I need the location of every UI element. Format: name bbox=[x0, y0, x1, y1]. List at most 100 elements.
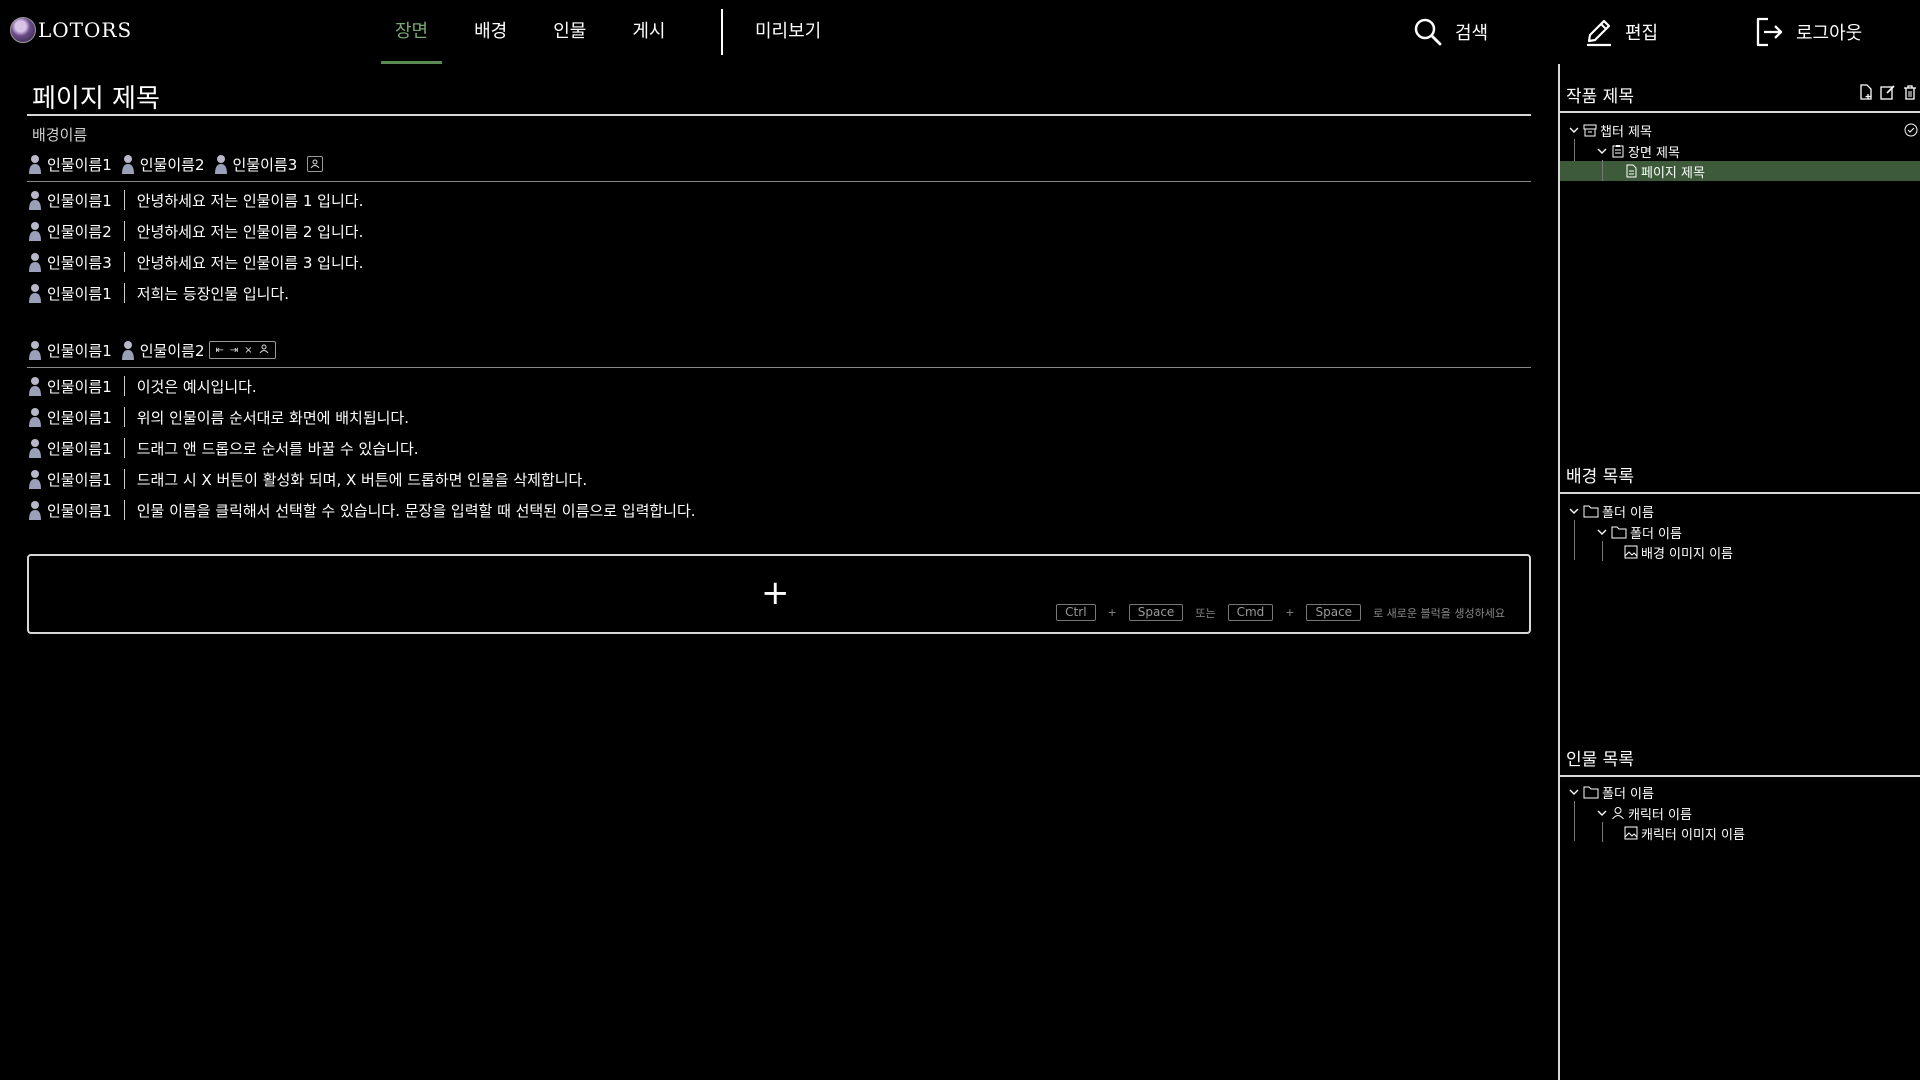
dialogue-line[interactable]: 인물이름1 드래그 앤 드롭으로 순서를 바꿀 수 있습니다. bbox=[27, 435, 419, 461]
character-chip[interactable]: 인물이름2 bbox=[120, 153, 205, 175]
sidebar: 작품 제목 챕터 제목 장면 제목 페이지 제목 배경 목록 폴더 이름 폴더 … bbox=[1558, 64, 1920, 1080]
character-avatar-icon bbox=[29, 501, 41, 520]
add-character-button[interactable] bbox=[259, 344, 269, 357]
dialogue-text[interactable]: 인물 이름을 클릭해서 선택할 수 있습니다. 문장을 입력할 때 선택된 이름… bbox=[137, 500, 696, 521]
dialogue-line[interactable]: 인물이름1 드래그 시 X 버튼이 활성화 되며, X 버튼에 드롭하면 인물을… bbox=[27, 466, 587, 492]
clipboard-icon bbox=[1612, 145, 1624, 158]
edit-button[interactable]: 편집 bbox=[1585, 0, 1658, 64]
top-bar: LOTORS 장면 배경 인물 게시 미리보기 검색 편집 로그아웃 bbox=[0, 0, 1920, 64]
dialogue-text[interactable]: 드래그 시 X 버튼이 활성화 되며, X 버튼에 드롭하면 인물을 삭제합니다… bbox=[137, 469, 587, 490]
work-title[interactable]: 작품 제목 bbox=[1566, 82, 1634, 107]
tab-character[interactable]: 인물 bbox=[539, 0, 600, 64]
tab-scene[interactable]: 장면 bbox=[381, 0, 443, 64]
dialogue-speaker[interactable]: 인물이름1 bbox=[47, 438, 112, 459]
character-chip[interactable]: 인물이름1 bbox=[27, 153, 112, 175]
archive-icon bbox=[1583, 124, 1597, 137]
tree-guide bbox=[1602, 541, 1603, 561]
character-chip[interactable]: 인물이름2 bbox=[120, 339, 205, 361]
logout-icon bbox=[1756, 17, 1783, 47]
folder-icon bbox=[1611, 526, 1627, 539]
dialogue-text[interactable]: 안녕하세요 저는 인물이름 2 입니다. bbox=[137, 221, 364, 242]
tree-bg-folder[interactable]: 폴더 이름 bbox=[1568, 502, 1654, 521]
character-avatar-icon bbox=[121, 341, 134, 360]
key-space: Space bbox=[1128, 604, 1184, 621]
dialogue-text[interactable]: 위의 인물이름 순서대로 화면에 배치됩니다. bbox=[137, 407, 409, 428]
dialogue-speaker[interactable]: 인물이름3 bbox=[47, 252, 112, 273]
block-1-divider bbox=[27, 181, 1531, 182]
dialogue-separator bbox=[123, 252, 125, 272]
hint-plus: + bbox=[1285, 606, 1295, 619]
tab-background[interactable]: 배경 bbox=[460, 0, 521, 64]
chevron-down-icon bbox=[1597, 529, 1607, 535]
dialogue-line[interactable]: 인물이름2 안녕하세요 저는 인물이름 2 입니다. bbox=[27, 218, 363, 244]
logout-button[interactable]: 로그아웃 bbox=[1754, 0, 1862, 64]
background-list-title: 배경 목록 bbox=[1566, 467, 1634, 487]
character-avatar-icon bbox=[29, 191, 41, 210]
dialogue-text[interactable]: 이것은 예시입니다. bbox=[137, 376, 257, 397]
dialogue-speaker[interactable]: 인물이름1 bbox=[47, 376, 112, 397]
dialogue-line[interactable]: 인물이름1 위의 인물이름 순서대로 화면에 배치됩니다. bbox=[27, 404, 409, 430]
trash-icon[interactable] bbox=[1902, 84, 1918, 100]
character-chip[interactable]: 인물이름3 bbox=[213, 153, 297, 175]
dialogue-speaker[interactable]: 인물이름1 bbox=[47, 500, 112, 521]
dialogue-text[interactable]: 안녕하세요 저는 인물이름 3 입니다. bbox=[137, 252, 364, 273]
dialogue-line[interactable]: 인물이름1 저희는 등장인물 입니다. bbox=[27, 280, 289, 306]
edit-icon[interactable] bbox=[1880, 84, 1896, 100]
tree-chapter[interactable]: 챕터 제목 bbox=[1568, 121, 1652, 140]
dialogue-line[interactable]: 인물이름1 안녕하세요 저는 인물이름 1 입니다. bbox=[27, 187, 363, 213]
chevron-down-icon bbox=[1569, 127, 1579, 133]
dialogue-speaker[interactable]: 인물이름1 bbox=[47, 283, 112, 304]
dialogue-text[interactable]: 드래그 앤 드롭으로 순서를 바꿀 수 있습니다. bbox=[137, 438, 419, 459]
dialogue-text[interactable]: 안녕하세요 저는 인물이름 1 입니다. bbox=[137, 190, 364, 211]
work-divider bbox=[1560, 111, 1920, 113]
add-block-button[interactable]: + Ctrl + Space 또는 Cmd + Space 로 새로운 블럭을 … bbox=[27, 554, 1531, 634]
dialogue-line[interactable]: 인물이름1 이것은 예시입니다. bbox=[27, 373, 257, 399]
tab-publish[interactable]: 게시 bbox=[618, 0, 679, 64]
user-icon bbox=[1612, 807, 1624, 820]
preview-tab[interactable]: 미리보기 bbox=[755, 0, 821, 64]
character-avatar-icon bbox=[29, 439, 41, 458]
check-circle-icon[interactable] bbox=[1904, 123, 1918, 137]
dialogue-text[interactable]: 저희는 등장인물 입니다. bbox=[137, 283, 289, 304]
folder-icon bbox=[1583, 786, 1599, 799]
move-right-button[interactable]: ⇥ bbox=[230, 345, 238, 356]
shortcut-hint: Ctrl + Space 또는 Cmd + Space 로 새로운 블럭을 생성… bbox=[1050, 604, 1511, 621]
tree-character[interactable]: 캐릭터 이름 bbox=[1596, 804, 1692, 823]
tree-page[interactable]: 페이지 제목 bbox=[1624, 162, 1705, 181]
new-file-icon[interactable] bbox=[1858, 84, 1874, 100]
tree-character-image[interactable]: 캐릭터 이미지 이름 bbox=[1624, 824, 1745, 843]
dialogue-separator bbox=[123, 438, 125, 458]
tree-bg-image[interactable]: 배경 이미지 이름 bbox=[1624, 543, 1733, 562]
background-name[interactable]: 배경이름 bbox=[32, 124, 87, 145]
dialogue-speaker[interactable]: 인물이름1 bbox=[47, 190, 112, 211]
dialogue-line[interactable]: 인물이름1 인물 이름을 클릭해서 선택할 수 있습니다. 문장을 입력할 때 … bbox=[27, 497, 696, 523]
character-chip[interactable]: 인물이름1 bbox=[27, 339, 112, 361]
tree-guide bbox=[1602, 160, 1603, 181]
hint-text: 로 새로운 블럭을 생성하세요 bbox=[1373, 606, 1505, 620]
dialogue-separator bbox=[123, 500, 125, 520]
character-avatar-icon bbox=[29, 470, 41, 489]
dialogue-separator bbox=[123, 221, 125, 241]
plus-icon: + bbox=[761, 573, 790, 613]
remove-character-button[interactable]: × bbox=[244, 345, 252, 356]
dialogue-speaker[interactable]: 인물이름2 bbox=[47, 221, 112, 242]
dialogue-line[interactable]: 인물이름3 안녕하세요 저는 인물이름 3 입니다. bbox=[27, 249, 363, 275]
search-button[interactable]: 검색 bbox=[1413, 0, 1488, 64]
folder-icon bbox=[1583, 505, 1599, 518]
tree-guide bbox=[1574, 520, 1575, 560]
chevron-down-icon bbox=[1569, 789, 1579, 795]
add-character-button[interactable] bbox=[307, 156, 324, 172]
tree-char-folder[interactable]: 폴더 이름 bbox=[1568, 783, 1654, 802]
page-title[interactable]: 페이지 제목 bbox=[32, 78, 160, 115]
move-left-button[interactable]: ⇤ bbox=[216, 345, 224, 356]
logo[interactable]: LOTORS bbox=[10, 17, 132, 43]
tree-selected-highlight bbox=[1560, 161, 1920, 181]
dialogue-speaker[interactable]: 인물이름1 bbox=[47, 469, 112, 490]
tree-scene[interactable]: 장면 제목 bbox=[1596, 142, 1680, 161]
character-avatar-icon bbox=[29, 253, 41, 272]
hint-or: 또는 bbox=[1195, 606, 1216, 620]
character-avatar-icon bbox=[29, 341, 41, 360]
dialogue-speaker[interactable]: 인물이름1 bbox=[47, 407, 112, 428]
tree-bg-subfolder[interactable]: 폴더 이름 bbox=[1596, 523, 1682, 542]
logo-text: LOTORS bbox=[38, 18, 133, 42]
